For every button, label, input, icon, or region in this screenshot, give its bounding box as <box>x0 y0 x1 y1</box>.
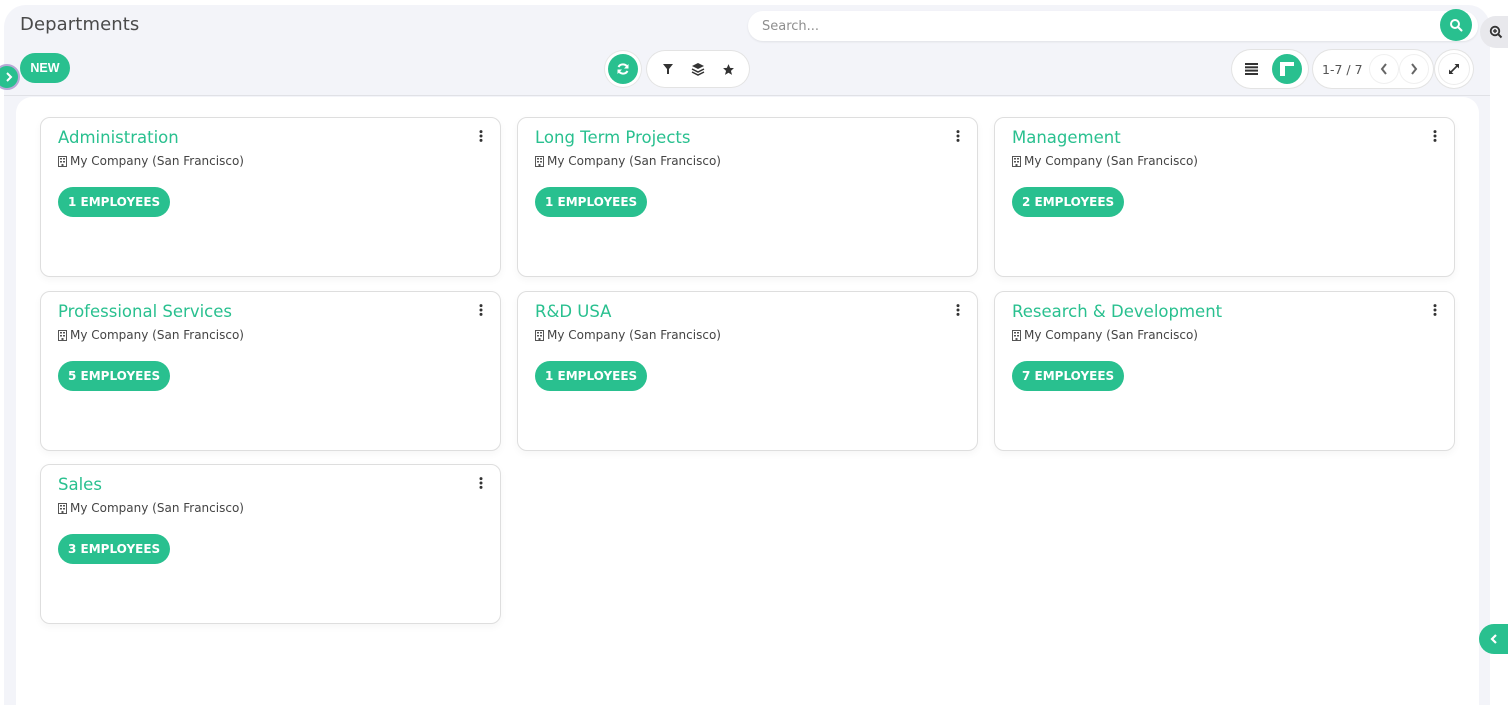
employees-button[interactable]: 1 EMPLOYEES <box>535 187 648 217</box>
refresh-icon <box>617 63 629 75</box>
kanban-view-icon <box>1280 62 1294 76</box>
pager-value[interactable]: 1-7 / 7 <box>1322 62 1370 77</box>
department-card[interactable]: R&D USA My Company (San Francisco) 1 EMP… <box>517 291 978 451</box>
search-options-group <box>647 51 749 87</box>
chevron-right-icon <box>6 72 13 82</box>
card-menu-button[interactable] <box>1430 302 1440 318</box>
company-name: My Company (San Francisco) <box>547 154 721 168</box>
kebab-menu-icon <box>956 130 960 142</box>
company-name: My Company (San Francisco) <box>70 501 244 515</box>
department-card[interactable]: Long Term Projects My Company (San Franc… <box>517 117 978 277</box>
company-line: My Company (San Francisco) <box>58 328 244 342</box>
building-icon <box>58 155 67 167</box>
kebab-menu-icon <box>956 304 960 316</box>
building-icon <box>1012 155 1021 167</box>
card-menu-button[interactable] <box>476 128 486 144</box>
filter-icon <box>663 64 673 74</box>
kebab-menu-icon <box>479 304 483 316</box>
kebab-menu-icon <box>1433 130 1437 142</box>
kanban-board: Administration My Company (San Francisco… <box>16 97 1479 717</box>
kanban-view-button[interactable] <box>1272 54 1302 84</box>
company-line: My Company (San Francisco) <box>1012 154 1198 168</box>
department-card[interactable]: Management My Company (San Francisco) 2 … <box>994 117 1455 277</box>
building-icon <box>535 155 544 167</box>
filter-button[interactable] <box>655 56 681 82</box>
fullscreen-button[interactable] <box>1435 50 1473 88</box>
kebab-menu-icon <box>479 477 483 489</box>
search-button[interactable] <box>1440 9 1472 41</box>
company-name: My Company (San Francisco) <box>70 154 244 168</box>
refresh-button[interactable] <box>605 51 641 87</box>
kebab-menu-icon <box>479 130 483 142</box>
department-name[interactable]: Management <box>1012 128 1121 147</box>
group-by-icon <box>691 63 705 76</box>
department-name[interactable]: Long Term Projects <box>535 128 690 147</box>
card-menu-button[interactable] <box>953 128 963 144</box>
chatter-toggle[interactable] <box>1479 624 1508 654</box>
building-icon <box>535 329 544 341</box>
pager-next-button[interactable] <box>1400 55 1428 83</box>
search-input[interactable] <box>762 11 1422 41</box>
company-line: My Company (San Francisco) <box>58 154 244 168</box>
employees-button[interactable]: 7 EMPLOYEES <box>1012 361 1125 391</box>
department-card[interactable]: Sales My Company (San Francisco) 3 EMPLO… <box>40 464 501 624</box>
company-name: My Company (San Francisco) <box>1024 328 1198 342</box>
pager: 1-7 / 7 <box>1313 50 1433 88</box>
department-name[interactable]: Administration <box>58 128 179 147</box>
toolbar-divider <box>4 95 1490 96</box>
list-view-button[interactable] <box>1236 54 1266 84</box>
list-view-icon <box>1244 63 1258 75</box>
department-name[interactable]: Sales <box>58 475 102 494</box>
employees-button[interactable]: 2 EMPLOYEES <box>1012 187 1125 217</box>
pager-previous-button[interactable] <box>1370 55 1398 83</box>
employees-button[interactable]: 5 EMPLOYEES <box>58 361 171 391</box>
department-card[interactable]: Research & Development My Company (San F… <box>994 291 1455 451</box>
chevron-right-icon <box>1411 63 1418 75</box>
employees-button[interactable]: 1 EMPLOYEES <box>535 361 648 391</box>
card-menu-button[interactable] <box>953 302 963 318</box>
search-bar <box>748 9 1478 41</box>
group-by-button[interactable] <box>685 56 711 82</box>
employees-button[interactable]: 3 EMPLOYEES <box>58 534 171 564</box>
kebab-menu-icon <box>1433 304 1437 316</box>
search-icon <box>1450 19 1463 32</box>
company-line: My Company (San Francisco) <box>535 328 721 342</box>
sidebar-toggle[interactable] <box>0 64 20 90</box>
expand-icon <box>1449 64 1459 74</box>
star-icon <box>722 63 734 75</box>
department-card[interactable]: Administration My Company (San Francisco… <box>40 117 501 277</box>
card-menu-button[interactable] <box>476 475 486 491</box>
new-button[interactable]: NEW <box>20 53 70 83</box>
app-window: Departments NEW <box>0 5 1508 717</box>
company-line: My Company (San Francisco) <box>1012 328 1198 342</box>
chevron-left-icon <box>1490 634 1497 644</box>
card-menu-button[interactable] <box>476 302 486 318</box>
employees-button[interactable]: 1 EMPLOYEES <box>58 187 171 217</box>
department-card[interactable]: Professional Services My Company (San Fr… <box>40 291 501 451</box>
company-name: My Company (San Francisco) <box>547 328 721 342</box>
building-icon <box>58 502 67 514</box>
zoom-panel-toggle[interactable] <box>1480 16 1508 48</box>
company-line: My Company (San Francisco) <box>535 154 721 168</box>
view-switcher <box>1232 50 1308 88</box>
company-line: My Company (San Francisco) <box>58 501 244 515</box>
page-title: Departments <box>20 14 140 35</box>
chevron-left-icon <box>1380 63 1387 75</box>
zoom-in-icon <box>1489 25 1503 39</box>
building-icon <box>58 329 67 341</box>
card-menu-button[interactable] <box>1430 128 1440 144</box>
department-name[interactable]: R&D USA <box>535 302 611 321</box>
company-name: My Company (San Francisco) <box>1024 154 1198 168</box>
department-name[interactable]: Research & Development <box>1012 302 1222 321</box>
department-name[interactable]: Professional Services <box>58 302 232 321</box>
favorites-button[interactable] <box>715 56 741 82</box>
company-name: My Company (San Francisco) <box>70 328 244 342</box>
building-icon <box>1012 329 1021 341</box>
